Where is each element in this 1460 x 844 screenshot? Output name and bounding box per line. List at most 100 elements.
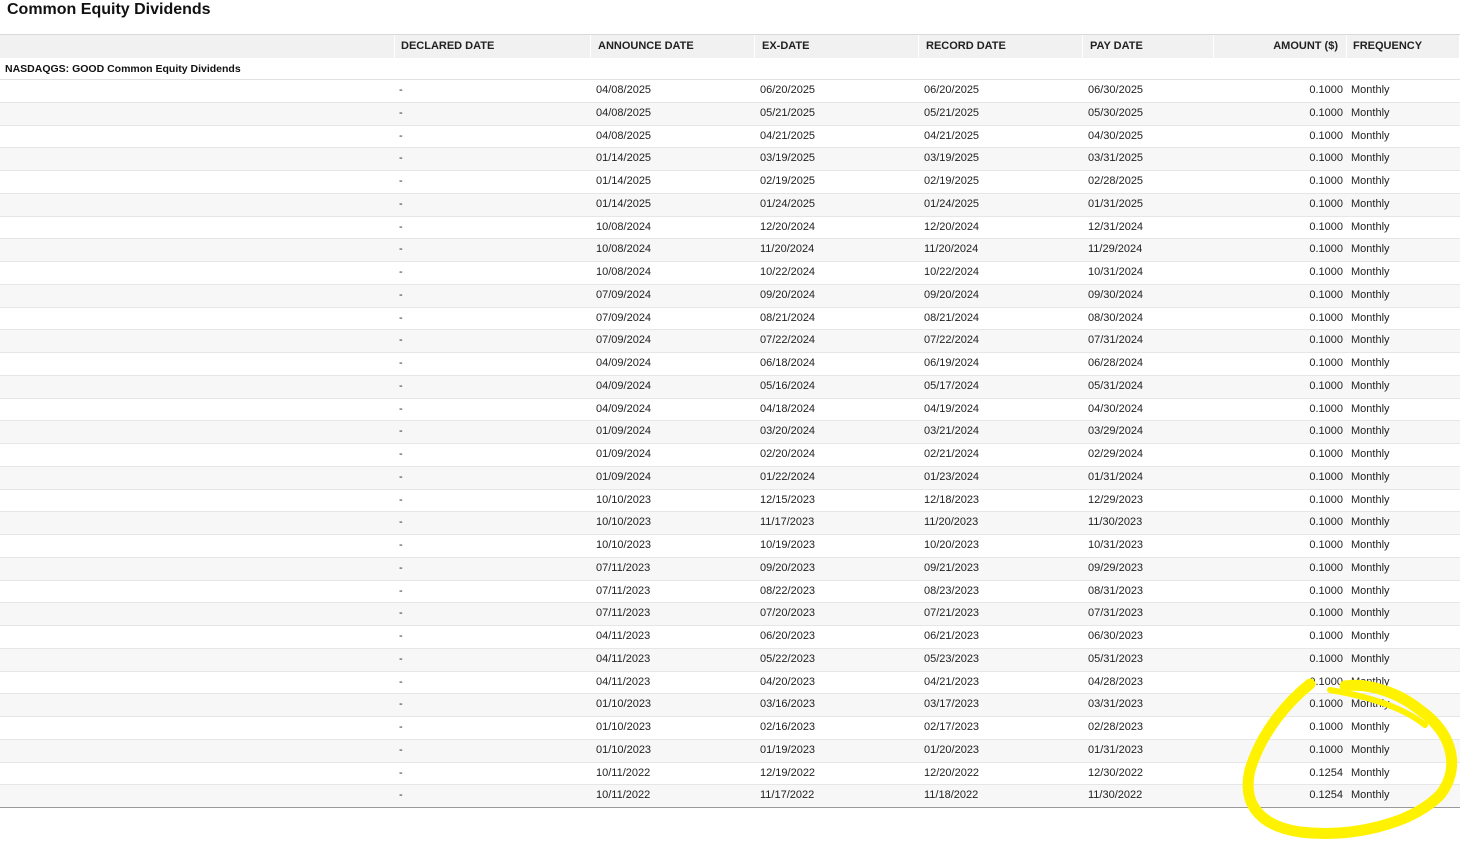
pay-date-cell: 04/30/2025 xyxy=(1088,129,1144,142)
ex-date-cell: 05/21/2025 xyxy=(760,106,816,119)
table-row: - 04/11/2023 05/22/2023 05/23/2023 05/31/202… xyxy=(0,648,1460,672)
ex-date-cell: 09/20/2023 xyxy=(760,561,816,574)
pay-date-cell: 08/31/2023 xyxy=(1088,584,1144,597)
declared-date-cell: - xyxy=(399,652,403,665)
pay-date-cell: 11/30/2023 xyxy=(1088,516,1143,529)
amount-cell: 0.1000 xyxy=(1309,652,1343,665)
announce-date-cell: 04/11/2023 xyxy=(596,675,651,688)
record-date-cell: 04/21/2023 xyxy=(924,675,980,688)
announce-date-cell: 07/09/2024 xyxy=(596,288,652,301)
record-date-cell: 08/23/2023 xyxy=(924,584,980,597)
amount-cell: 0.1000 xyxy=(1309,584,1343,597)
announce-date-cell: 01/10/2023 xyxy=(596,743,652,756)
frequency-cell: Monthly xyxy=(1351,402,1390,415)
amount-cell: 0.1000 xyxy=(1309,743,1343,756)
frequency-cell: Monthly xyxy=(1351,743,1390,756)
frequency-cell: Monthly xyxy=(1351,675,1390,688)
record-date-cell: 09/21/2023 xyxy=(924,561,980,574)
pay-date-cell: 06/30/2023 xyxy=(1088,630,1144,642)
amount-cell: 0.1000 xyxy=(1309,539,1343,551)
group-label: NASDAQGS: GOOD Common Equity Dividends xyxy=(0,58,1460,80)
row-label-cell xyxy=(0,353,395,375)
frequency-cell: Monthly xyxy=(1351,175,1390,187)
amount-cell: 0.1000 xyxy=(1309,152,1343,165)
table-row: - 01/09/2024 03/20/2024 03/21/2024 03/29/202… xyxy=(0,421,1460,444)
table-row: - 04/08/2025 06/20/2025 06/20/2025 06/30/202… xyxy=(0,80,1460,103)
ex-date-cell: 04/18/2024 xyxy=(760,402,816,415)
header-frequency[interactable]: FREQUENCY xyxy=(1347,35,1460,58)
frequency-cell: Monthly xyxy=(1351,721,1390,733)
record-date-cell: 02/21/2024 xyxy=(924,448,980,460)
declared-date-cell: - xyxy=(399,516,403,529)
pay-date-cell: 09/29/2023 xyxy=(1088,561,1144,574)
row-label-cell xyxy=(0,103,395,125)
declared-date-cell: - xyxy=(399,402,403,415)
record-date-cell: 01/20/2023 xyxy=(924,743,980,756)
amount-cell: 0.1000 xyxy=(1309,379,1343,392)
record-date-cell: 05/23/2023 xyxy=(924,652,980,665)
frequency-cell: Monthly xyxy=(1351,425,1390,438)
announce-date-cell: 10/10/2023 xyxy=(596,539,652,551)
announce-date-cell: 01/09/2024 xyxy=(596,448,652,460)
announce-date-cell: 01/09/2024 xyxy=(596,425,652,438)
amount-cell: 0.1000 xyxy=(1309,175,1343,187)
amount-cell: 0.1000 xyxy=(1309,311,1343,324)
declared-date-cell: - xyxy=(399,152,403,165)
announce-date-cell: 10/08/2024 xyxy=(596,266,652,278)
row-label-cell xyxy=(0,285,395,307)
header-announce-date[interactable]: ANNOUNCE DATE xyxy=(591,35,755,58)
amount-cell: 0.1000 xyxy=(1309,470,1343,483)
announce-date-cell: 04/08/2025 xyxy=(596,129,652,142)
row-label-cell xyxy=(0,217,395,239)
amount-cell: 0.1000 xyxy=(1309,288,1343,301)
table-row: - 01/10/2023 03/16/2023 03/17/2023 03/31/202… xyxy=(0,694,1460,717)
declared-date-cell: - xyxy=(399,675,403,688)
table-row: - 10/10/2023 12/15/2023 12/18/2023 12/29/202… xyxy=(0,489,1460,513)
frequency-cell: Monthly xyxy=(1351,129,1390,142)
amount-cell: 0.1000 xyxy=(1309,220,1343,233)
declared-date-cell: - xyxy=(399,766,403,779)
pay-date-cell: 06/28/2024 xyxy=(1088,357,1144,369)
ex-date-cell: 03/20/2024 xyxy=(760,425,816,438)
pay-date-cell: 12/31/2024 xyxy=(1088,220,1144,233)
frequency-cell: Monthly xyxy=(1351,698,1390,711)
header-pay-date[interactable]: PAY DATE xyxy=(1083,35,1214,58)
declared-date-cell: - xyxy=(399,220,403,233)
header-declared-date[interactable]: DECLARED DATE xyxy=(395,35,591,58)
frequency-cell: Monthly xyxy=(1351,789,1390,802)
pay-date-cell: 04/28/2023 xyxy=(1088,675,1144,688)
pay-date-cell: 11/29/2024 xyxy=(1088,243,1143,256)
record-date-cell: 02/17/2023 xyxy=(924,721,980,733)
frequency-cell: Monthly xyxy=(1351,334,1390,347)
header-amount[interactable]: AMOUNT ($) xyxy=(1214,35,1347,58)
declared-date-cell: - xyxy=(399,721,403,733)
header-ex-date[interactable]: EX-DATE xyxy=(755,35,919,58)
frequency-cell: Monthly xyxy=(1351,766,1390,779)
announce-date-cell: 01/14/2025 xyxy=(596,175,652,187)
declared-date-cell: - xyxy=(399,743,403,756)
row-label-cell xyxy=(0,126,395,148)
row-label-cell xyxy=(0,785,395,807)
ex-date-cell: 10/22/2024 xyxy=(760,266,816,278)
ex-date-cell: 07/22/2024 xyxy=(760,334,816,347)
record-date-cell: 12/20/2024 xyxy=(924,220,980,233)
row-label-cell xyxy=(0,694,395,716)
table-row: - 10/10/2023 11/17/2023 11/20/2023 11/30/202… xyxy=(0,512,1460,535)
table-row: - 01/14/2025 01/24/2025 01/24/2025 01/31/202… xyxy=(0,193,1460,217)
announce-date-cell: 07/11/2023 xyxy=(596,584,651,597)
ex-date-cell: 01/22/2024 xyxy=(760,470,816,483)
record-date-cell: 06/21/2023 xyxy=(924,630,980,642)
amount-cell: 0.1000 xyxy=(1309,266,1343,278)
row-label-cell xyxy=(0,148,395,170)
row-label-cell xyxy=(0,740,395,762)
declared-date-cell: - xyxy=(399,379,403,392)
pay-date-cell: 04/30/2024 xyxy=(1088,402,1144,415)
declared-date-cell: - xyxy=(399,561,403,574)
frequency-cell: Monthly xyxy=(1351,220,1390,233)
header-record-date[interactable]: RECORD DATE xyxy=(919,35,1083,58)
announce-date-cell: 04/09/2024 xyxy=(596,402,652,415)
announce-date-cell: 07/09/2024 xyxy=(596,334,652,347)
ex-date-cell: 12/19/2022 xyxy=(760,766,816,779)
record-date-cell: 05/17/2024 xyxy=(924,379,980,392)
declared-date-cell: - xyxy=(399,425,403,438)
